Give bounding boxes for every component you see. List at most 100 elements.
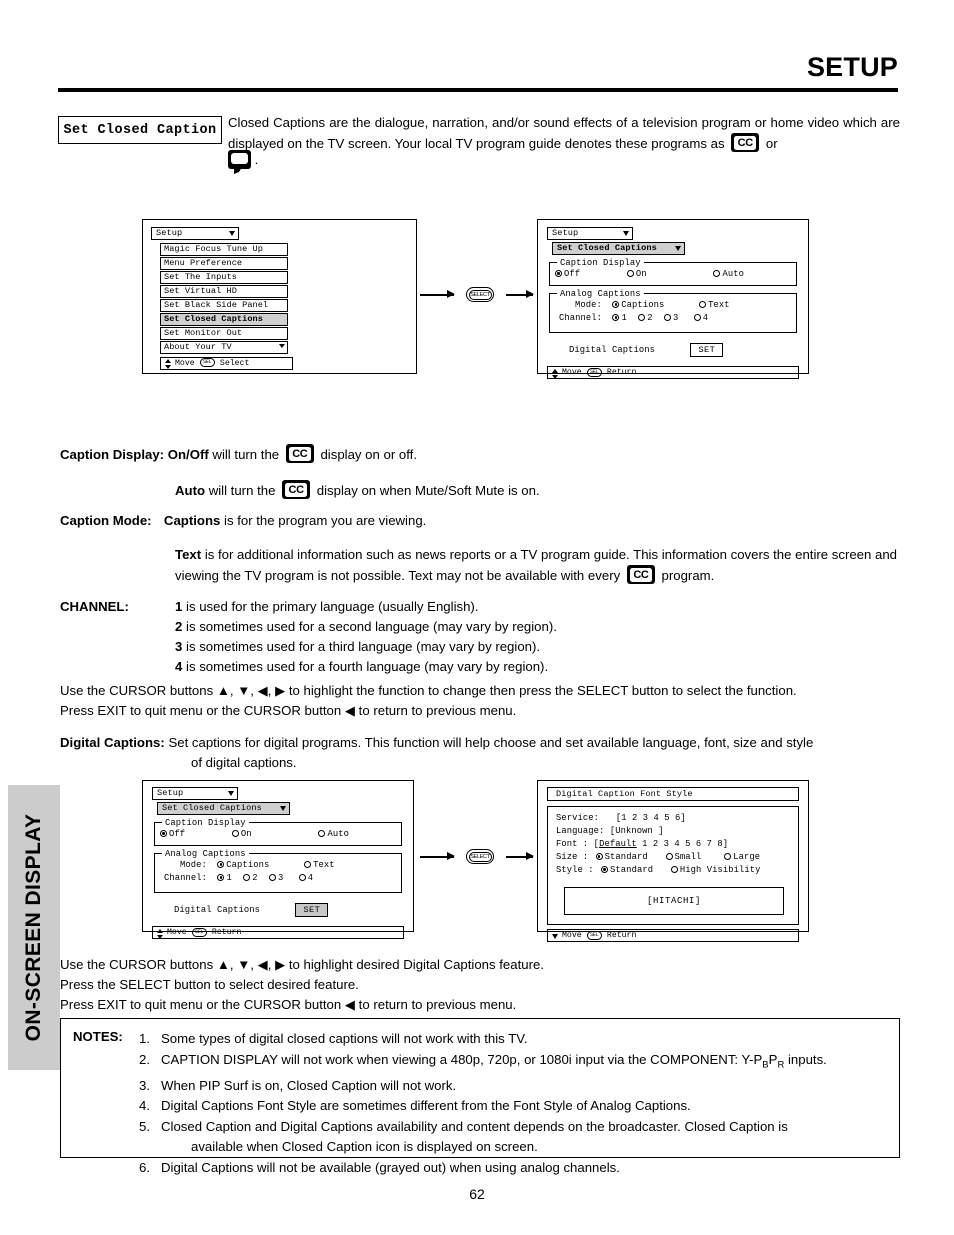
font-style-preview-box: [HITACHI] — [564, 887, 784, 915]
radio-style-standard[interactable]: Standard — [601, 865, 653, 875]
radio-size-standard[interactable]: Standard — [595, 852, 648, 862]
radio-icon — [665, 853, 673, 860]
font-style-label: Size : — [556, 852, 589, 862]
radio-caption-display-off[interactable]: Off — [555, 269, 580, 279]
font-style-size-row[interactable]: Size : Standard Small Large — [556, 851, 792, 864]
menu-item-about-your-tv[interactable]: About Your TV — [160, 341, 288, 354]
osd-cc2-title: Setup — [157, 788, 184, 798]
caption-display-options-2: Off On Auto — [160, 828, 396, 841]
osd-cc2-title-bar[interactable]: Setup — [152, 787, 238, 800]
radio-icon — [231, 830, 239, 837]
radio-icon — [612, 314, 620, 321]
channel-text: is sometimes used for a second language … — [186, 619, 557, 634]
radio-label: Standard — [604, 852, 648, 862]
auto-bold: Auto — [175, 483, 206, 498]
radio-channel-3[interactable]: 3 — [664, 313, 678, 323]
radio-label: Off — [169, 829, 186, 839]
arrow-right-icon — [506, 853, 534, 860]
radio-channel-2[interactable]: 2 — [638, 313, 653, 323]
radio-channel-1[interactable]: 1 — [612, 313, 627, 323]
osd-setup-menu-screen: Setup Magic Focus Tune Up Menu Preferenc… — [142, 219, 417, 374]
osd-font-style-screen: Digital Caption Font Style Service: [1 2… — [537, 780, 809, 942]
menu-item-set-monitor-out[interactable]: Set Monitor Out — [160, 327, 288, 340]
osd-cc2-subtitle-bar[interactable]: Set Closed Captions — [157, 802, 290, 815]
font-style-language-row[interactable]: Language: [Unknown ] — [556, 825, 792, 838]
osd-cc1-title: Setup — [552, 228, 579, 238]
footer-move-label: Move — [562, 931, 582, 940]
osd-setup-title-bar[interactable]: Setup — [151, 227, 239, 240]
digital-captions-set-button[interactable]: SET — [690, 343, 724, 357]
digital-captions-set-button[interactable]: SET — [295, 903, 329, 917]
radio-channel-1[interactable]: 1 — [217, 873, 232, 883]
radio-label: 1 — [621, 313, 627, 323]
radio-caption-display-on[interactable]: On — [231, 829, 252, 839]
cc-icon: CC — [282, 480, 311, 499]
radio-channel-4[interactable]: 4 — [693, 313, 708, 323]
font-style-service-row[interactable]: Service: [1 2 3 4 5 6] — [556, 812, 792, 825]
menu-item-set-closed-captions[interactable]: Set Closed Captions — [160, 313, 288, 326]
radio-caption-display-auto[interactable]: Auto — [713, 269, 744, 279]
menu-item-set-black-side-panel[interactable]: Set Black Side Panel — [160, 299, 288, 312]
channel-text: is used for the primary language (usuall… — [186, 599, 479, 614]
cursor-instruction-line: Press EXIT to quit menu or the CURSOR bu… — [60, 703, 517, 718]
menu-item-set-virtual-hd[interactable]: Set Virtual HD — [160, 285, 288, 298]
section-side-tab-label: ON-SCREEN DISPLAY — [22, 813, 45, 1042]
analog-captions-group-2: Analog Captions Mode: Captions Text Chan… — [154, 848, 402, 893]
osd-setup-title: Setup — [156, 228, 183, 238]
osd-cc1-title-bar[interactable]: Setup — [547, 227, 633, 240]
radio-size-large[interactable]: Large — [724, 852, 760, 862]
note-item: 4. Digital Captions Font Style are somet… — [139, 1096, 889, 1117]
caption-display-desc-text-a: will turn the — [212, 447, 280, 462]
radio-mode-captions[interactable]: Captions — [217, 860, 269, 870]
font-style-value: [Unknown ] — [609, 826, 664, 836]
radio-icon — [693, 314, 701, 321]
radio-label: Standard — [610, 865, 654, 875]
radio-style-high-visibility[interactable]: High Visibility — [670, 865, 761, 875]
notes-label: NOTES: — [73, 1029, 123, 1044]
radio-icon — [713, 270, 721, 277]
radio-channel-4[interactable]: 4 — [298, 873, 313, 883]
select-key-icon: SEL — [586, 930, 602, 940]
note-number: 5. — [139, 1118, 150, 1134]
menu-item-menu-preference[interactable]: Menu Preference — [160, 257, 288, 270]
note-item: 5. Closed Caption and Digital Captions a… — [139, 1117, 889, 1158]
radio-mode-text[interactable]: Text — [304, 860, 335, 870]
footer-move-label: Move — [562, 368, 582, 377]
up-down-arrows-icon — [165, 359, 172, 369]
osd-cc1-subtitle-bar[interactable]: Set Closed Captions — [552, 242, 685, 255]
menu-item-label: Set The Inputs — [164, 272, 237, 282]
radio-mode-text[interactable]: Text — [699, 300, 730, 310]
radio-caption-display-auto[interactable]: Auto — [318, 829, 349, 839]
analog-channel-row-2: Channel: 1 2 3 4 — [160, 872, 396, 885]
menu-item-magic-focus-tune-up[interactable]: Magic Focus Tune Up — [160, 243, 288, 256]
note-item: 1. Some types of digital closed captions… — [139, 1029, 889, 1050]
digital-captions-row-1: Digital Captions SET — [547, 343, 799, 357]
radio-icon — [318, 830, 326, 837]
down-arrow-icon — [552, 931, 559, 941]
captions-bold: Captions — [163, 513, 221, 528]
radio-caption-display-off[interactable]: Off — [160, 829, 185, 839]
osd-cc2-footer: Move SEL Return — [152, 926, 404, 939]
radio-size-small[interactable]: Small — [665, 852, 702, 862]
radio-caption-display-on[interactable]: On — [626, 269, 647, 279]
font-style-label: Language: — [556, 826, 605, 836]
menu-item-set-the-inputs[interactable]: Set The Inputs — [160, 271, 288, 284]
font-style-style-row[interactable]: Style : Standard High Visibility — [556, 864, 792, 877]
radio-mode-captions[interactable]: Captions — [612, 300, 664, 310]
radio-channel-3[interactable]: 3 — [269, 873, 283, 883]
radio-icon — [243, 874, 251, 881]
radio-icon — [269, 874, 276, 881]
radio-label: On — [635, 269, 647, 279]
arrow-right-icon — [420, 291, 455, 298]
osd-font-style-title: Digital Caption Font Style — [556, 789, 693, 799]
select-key-icon: SEL — [191, 927, 207, 937]
font-style-font-row[interactable]: Font : [Default 1 2 3 4 5 6 7 8] — [556, 838, 792, 851]
note-text: Digital Captions Font Style are sometime… — [161, 1098, 691, 1114]
digital-captions-desc-line1: Set captions for digital programs. This … — [168, 735, 814, 750]
osd-cc1-footer: Move SEL Return — [547, 366, 799, 379]
channel-list-item: 1 is used for the primary language (usua… — [175, 597, 940, 617]
radio-label: 2 — [647, 313, 653, 323]
note-text: When PIP Surf is on, Closed Caption will… — [161, 1077, 457, 1093]
radio-label: 1 — [226, 873, 232, 883]
radio-channel-2[interactable]: 2 — [243, 873, 258, 883]
